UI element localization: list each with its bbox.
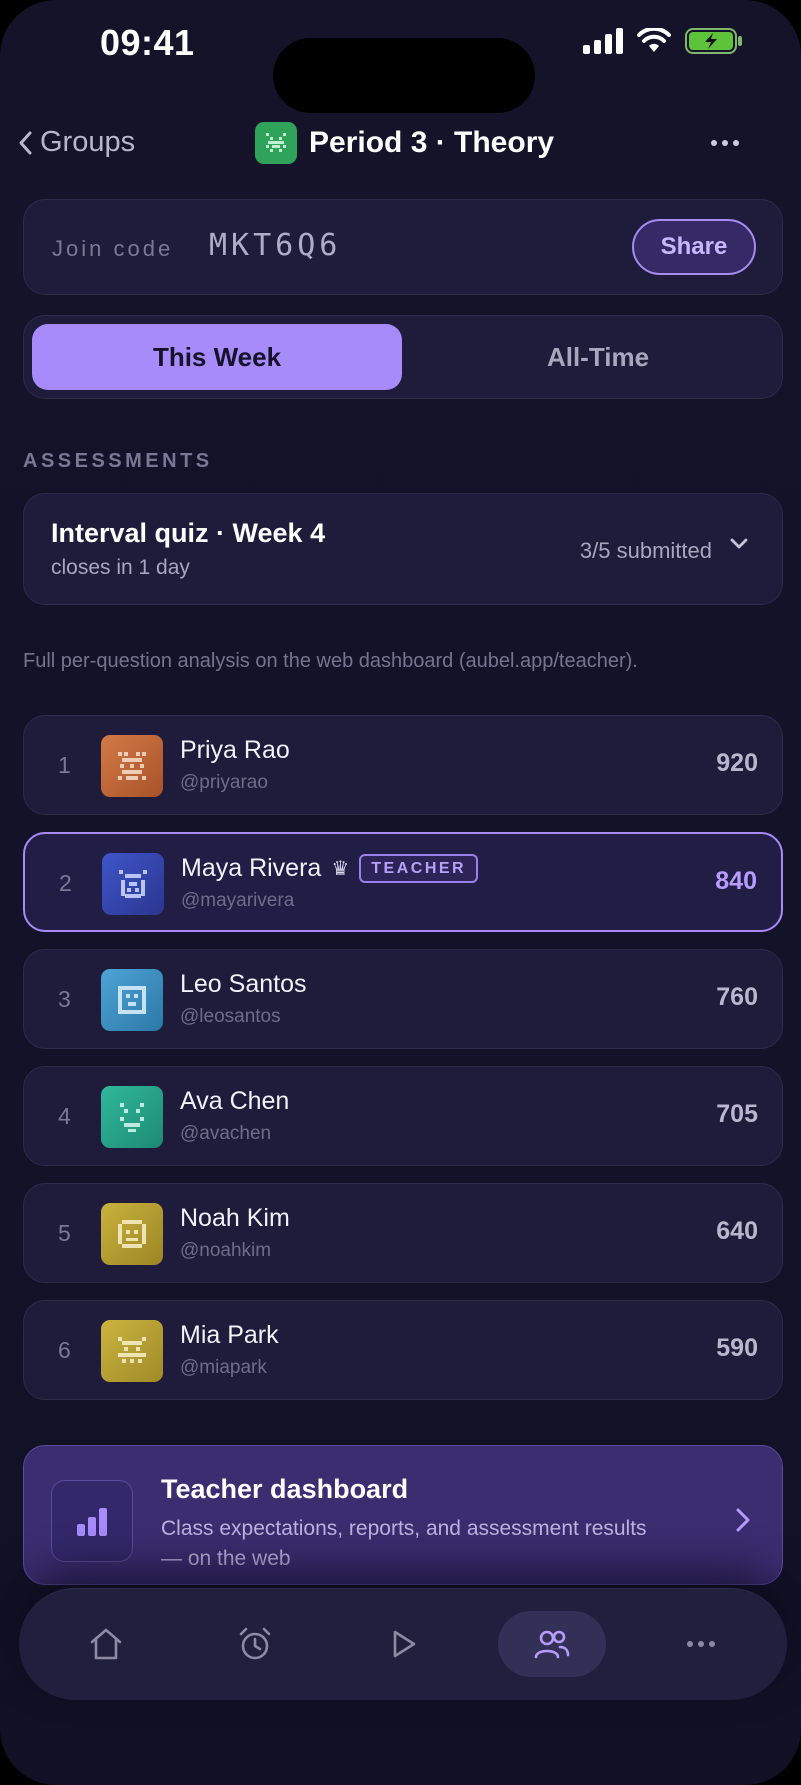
tab-bar bbox=[19, 1588, 787, 1700]
player-score: 920 bbox=[716, 749, 758, 777]
more-icon bbox=[687, 1641, 715, 1647]
avatar bbox=[102, 853, 164, 915]
player-handle: @avachen bbox=[180, 1123, 272, 1144]
player-score: 760 bbox=[716, 983, 758, 1011]
more-options-icon[interactable] bbox=[711, 140, 739, 146]
join-code-card: Join code MKT6Q6 Share bbox=[23, 199, 783, 295]
tab-more[interactable] bbox=[647, 1611, 755, 1677]
bar-chart-icon bbox=[51, 1480, 133, 1562]
tab-groups[interactable] bbox=[498, 1611, 606, 1677]
crown-icon: ♛ bbox=[331, 858, 350, 880]
segment-all-time[interactable]: All-Time bbox=[420, 324, 776, 390]
assessment-dropdown[interactable]: Interval quiz · Week 4 closes in 1 day 3… bbox=[23, 493, 783, 605]
avatar bbox=[101, 969, 163, 1031]
dashboard-title: Teacher dashboard bbox=[161, 1474, 409, 1504]
avatar bbox=[101, 1203, 163, 1265]
player-handle: @noahkim bbox=[180, 1240, 272, 1261]
rank: 1 bbox=[58, 752, 71, 778]
tab-home[interactable] bbox=[52, 1611, 160, 1677]
rank: 6 bbox=[58, 1337, 71, 1363]
cellular-signal-icon bbox=[583, 28, 623, 54]
avatar bbox=[101, 735, 163, 797]
avatar bbox=[101, 1086, 163, 1148]
home-icon bbox=[90, 1628, 122, 1660]
tab-play[interactable] bbox=[349, 1611, 457, 1677]
rank: 4 bbox=[58, 1103, 71, 1129]
assessment-deadline: closes in 1 day bbox=[51, 556, 190, 579]
player-score: 840 bbox=[715, 867, 757, 895]
player-handle: @mayarivera bbox=[181, 890, 295, 911]
player-name: Ava Chen bbox=[180, 1087, 290, 1115]
chevron-left-icon bbox=[19, 131, 32, 154]
leaderboard-row[interactable]: 3 Leo Santos @leosantos 760 bbox=[23, 949, 783, 1049]
assessment-submitted-count: 3/5 submitted bbox=[579, 538, 712, 563]
period-segmented-control: This Week All-Time bbox=[23, 315, 783, 399]
teacher-dashboard-card[interactable]: Teacher dashboard Class expectations, re… bbox=[23, 1445, 783, 1585]
assessments-section-label: ASSESSMENTS bbox=[23, 450, 213, 472]
player-name: Leo Santos bbox=[180, 970, 307, 998]
leaderboard-row[interactable]: 1 Priya Rao @priyarao 920 bbox=[23, 715, 783, 815]
group-title: Period 3 · Theory bbox=[255, 122, 554, 164]
player-score: 640 bbox=[716, 1217, 758, 1245]
dashboard-description: Class expectations, reports, and assessm… bbox=[161, 1517, 647, 1570]
dynamic-island bbox=[273, 38, 535, 113]
share-button[interactable]: Share bbox=[632, 219, 756, 275]
rank: 2 bbox=[59, 870, 72, 896]
player-handle: @miapark bbox=[180, 1357, 267, 1378]
player-name: Priya Rao bbox=[180, 736, 290, 764]
group-icon bbox=[255, 122, 297, 164]
rank: 5 bbox=[58, 1220, 71, 1246]
wifi-icon bbox=[637, 28, 671, 52]
battery-charging-icon bbox=[685, 28, 742, 54]
player-name: Noah Kim bbox=[180, 1204, 290, 1232]
alarm-icon bbox=[239, 1627, 271, 1660]
phone-screen: 09:41 Groups Period 3 · Theory Join code… bbox=[0, 0, 801, 1785]
player-score: 590 bbox=[716, 1334, 758, 1362]
chevron-down-icon bbox=[730, 538, 748, 549]
chevron-right-icon bbox=[736, 1508, 750, 1532]
leaderboard-row[interactable]: 6 Mia Park @miapark 590 bbox=[23, 1300, 783, 1400]
player-handle: @leosantos bbox=[180, 1006, 281, 1027]
rank: 3 bbox=[58, 986, 71, 1012]
player-handle: @priyarao bbox=[180, 772, 268, 793]
player-score: 705 bbox=[716, 1100, 758, 1128]
tab-alarm[interactable] bbox=[201, 1611, 309, 1677]
avatar bbox=[101, 1320, 163, 1382]
segment-this-week[interactable]: This Week bbox=[32, 324, 402, 390]
groups-icon bbox=[534, 1630, 570, 1659]
leaderboard-row[interactable]: 4 Ava Chen @avachen 705 bbox=[23, 1066, 783, 1166]
player-name: Maya Rivera bbox=[181, 854, 322, 882]
teacher-badge: TEACHER bbox=[359, 854, 479, 883]
assessment-title: Interval quiz · Week 4 bbox=[51, 518, 326, 548]
play-icon bbox=[393, 1630, 416, 1658]
dashboard-note: Full per-question analysis on the web da… bbox=[23, 650, 638, 672]
back-label: Groups bbox=[40, 126, 136, 158]
join-code-label: Join code bbox=[52, 236, 174, 261]
player-name: Mia Park bbox=[180, 1321, 279, 1349]
group-title-text: Period 3 · Theory bbox=[309, 126, 555, 159]
back-button[interactable]: Groups bbox=[18, 126, 135, 159]
leaderboard-row-current-user[interactable]: 2 Maya Rivera ♛ TEACHER @mayarivera 840 bbox=[23, 832, 783, 932]
leaderboard-row[interactable]: 5 Noah Kim @noahkim 640 bbox=[23, 1183, 783, 1283]
status-icons bbox=[583, 28, 743, 54]
join-code-value: MKT6Q6 bbox=[209, 228, 342, 263]
status-time: 09:41 bbox=[100, 22, 195, 63]
